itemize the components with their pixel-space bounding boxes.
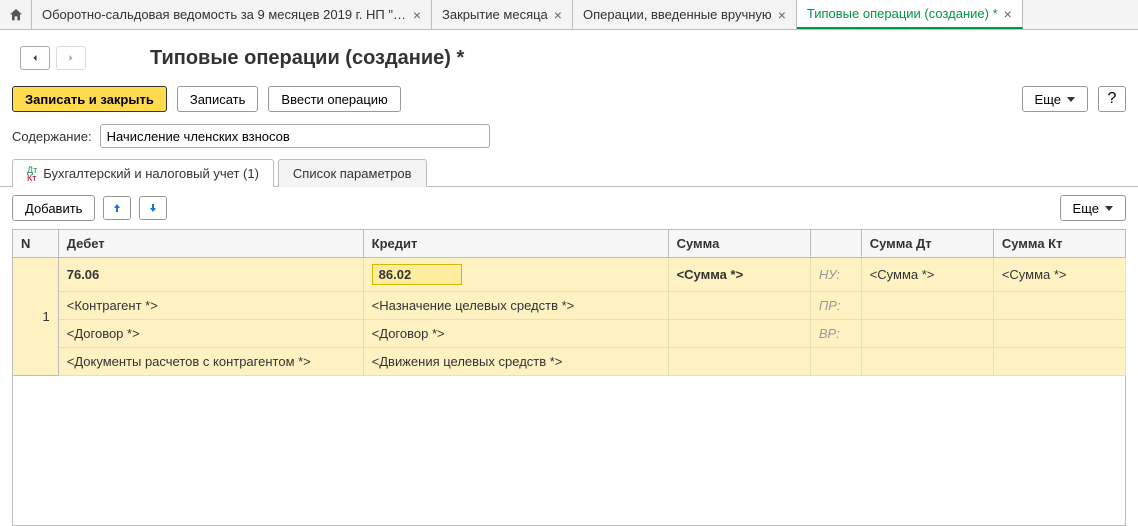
pr-label: ПР: [810, 292, 861, 320]
table-empty-area[interactable] [12, 376, 1126, 526]
write-and-close-button[interactable]: Записать и закрыть [12, 86, 167, 112]
debit-account-cell[interactable]: 76.06 [58, 258, 363, 292]
debit-sub2[interactable]: <Договор *> [58, 320, 363, 348]
table-header-row: N Дебет Кредит Сумма Сумма Дт Сумма Кт [13, 230, 1126, 258]
more-button[interactable]: Еще [1022, 86, 1088, 112]
inner-tabs: ДтКт Бухгалтерский и налоговый учет (1) … [0, 158, 1138, 187]
tab-label: Оборотно-сальдовая ведомость за 9 месяце… [42, 7, 407, 22]
col-n[interactable]: N [13, 230, 59, 258]
entries-table: N Дебет Кредит Сумма Сумма Дт Сумма Кт 1… [12, 229, 1126, 376]
table-more-button[interactable]: Еще [1060, 195, 1126, 221]
table-row[interactable]: <Документы расчетов с контрагентом *> <Д… [13, 348, 1126, 376]
table-row[interactable]: <Договор *> <Договор *> ВР: [13, 320, 1126, 348]
inner-tab-label: Список параметров [293, 166, 412, 181]
vr-label: ВР: [810, 320, 861, 348]
close-icon[interactable]: × [778, 8, 786, 22]
arrow-left-icon [29, 52, 41, 64]
add-row-button[interactable]: Добавить [12, 195, 95, 221]
content-label: Содержание: [12, 129, 92, 144]
arrow-down-icon [147, 202, 159, 214]
close-icon[interactable]: × [413, 8, 421, 22]
close-icon[interactable]: × [1004, 7, 1012, 21]
content-field-row: Содержание: [0, 118, 1138, 158]
debit-sub1[interactable]: <Контрагент *> [58, 292, 363, 320]
col-sum-dt[interactable]: Сумма Дт [861, 230, 993, 258]
help-button[interactable]: ? [1098, 86, 1126, 112]
close-icon[interactable]: × [554, 8, 562, 22]
inner-tab-label: Бухгалтерский и налоговый учет (1) [43, 166, 259, 181]
tab-accounting[interactable]: ДтКт Бухгалтерский и налоговый учет (1) [12, 159, 274, 187]
table-row[interactable]: 1 76.06 86.02 <Сумма *> НУ: <Сумма *> <С… [13, 258, 1126, 292]
sum-kt-cell[interactable]: <Сумма *> [993, 258, 1125, 292]
sum-cell[interactable]: <Сумма *> [668, 258, 810, 292]
tab-osv[interactable]: Оборотно-сальдовая ведомость за 9 месяце… [32, 0, 432, 29]
table-toolbar: Добавить Еще [0, 187, 1138, 229]
top-tab-bar: Оборотно-сальдовая ведомость за 9 месяце… [0, 0, 1138, 30]
col-sum-kt[interactable]: Сумма Кт [993, 230, 1125, 258]
enter-operation-button[interactable]: Ввести операцию [268, 86, 400, 112]
col-sum[interactable]: Сумма [668, 230, 810, 258]
home-button[interactable] [0, 0, 32, 29]
col-credit[interactable]: Кредит [363, 230, 668, 258]
move-up-button[interactable] [103, 196, 131, 220]
tab-label: Операции, введенные вручную [583, 7, 772, 22]
nav-back-button[interactable] [20, 46, 50, 70]
credit-sub2[interactable]: <Договор *> [363, 320, 668, 348]
credit-account-cell[interactable]: 86.02 [363, 258, 668, 292]
tab-manual-ops[interactable]: Операции, введенные вручную × [573, 0, 797, 29]
row-number: 1 [13, 258, 59, 376]
tab-label: Типовые операции (создание) * [807, 6, 998, 21]
tab-template-ops[interactable]: Типовые операции (создание) * × [797, 0, 1023, 29]
credit-sub1[interactable]: <Назначение целевых средств *> [363, 292, 668, 320]
tab-parameters[interactable]: Список параметров [278, 159, 427, 187]
nu-label: НУ: [810, 258, 861, 292]
nav-buttons [20, 46, 86, 70]
col-blank [810, 230, 861, 258]
sum-dt-cell[interactable]: <Сумма *> [861, 258, 993, 292]
tab-month-close[interactable]: Закрытие месяца × [432, 0, 573, 29]
page-title: Типовые операции (создание) * [100, 47, 464, 70]
content-input[interactable] [100, 124, 490, 148]
table-row[interactable]: <Контрагент *> <Назначение целевых средс… [13, 292, 1126, 320]
col-debit[interactable]: Дебет [58, 230, 363, 258]
move-down-button[interactable] [139, 196, 167, 220]
command-bar: Записать и закрыть Записать Ввести опера… [0, 80, 1138, 118]
write-button[interactable]: Записать [177, 86, 259, 112]
arrow-up-icon [111, 202, 123, 214]
arrow-right-icon [65, 52, 77, 64]
tab-label: Закрытие месяца [442, 7, 548, 22]
dt-kt-icon: ДтКт [27, 166, 37, 182]
nav-forward-button [56, 46, 86, 70]
debit-sub3[interactable]: <Документы расчетов с контрагентом *> [58, 348, 363, 376]
credit-sub3[interactable]: <Движения целевых средств *> [363, 348, 668, 376]
home-icon [8, 7, 24, 23]
